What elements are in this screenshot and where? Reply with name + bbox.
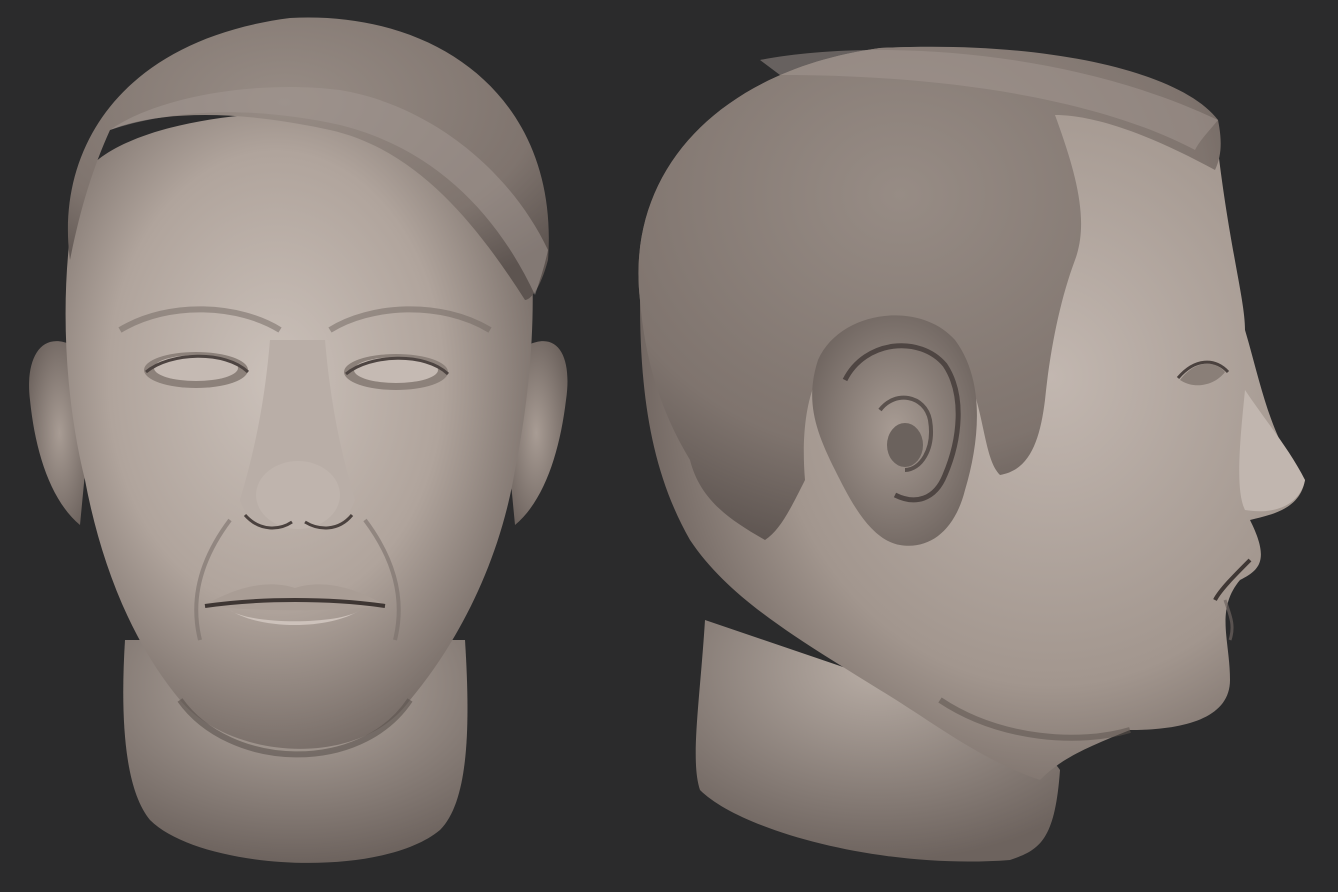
sculpt-render-viewport: [0, 0, 1338, 892]
side-nose: [1239, 390, 1305, 512]
front-head-view: [29, 17, 568, 863]
render-canvas: [29, 17, 1305, 863]
front-right-eye: [344, 354, 450, 390]
side-head-view: [638, 46, 1305, 862]
front-left-eye: [144, 352, 250, 388]
